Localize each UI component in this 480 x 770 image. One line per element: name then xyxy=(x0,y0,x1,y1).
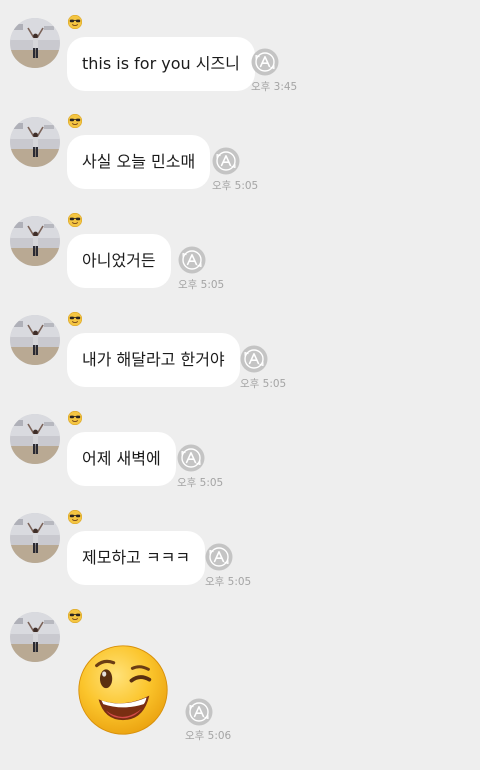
message-text: 내가 해달라고 한거야 xyxy=(82,350,225,369)
chat-area: this is for you 시즈니 오후 3:45 사실 오늘 민소매 오후… xyxy=(0,0,480,770)
message-time: 오후 3:45 xyxy=(251,81,298,93)
message-bubble[interactable]: this is for you 시즈니 xyxy=(67,37,255,91)
message-bubble[interactable]: 내가 해달라고 한거야 xyxy=(67,333,240,387)
smiling-face-with-sunglasses-icon xyxy=(68,114,82,128)
message-time: 오후 5:05 xyxy=(240,378,287,390)
auto-translate-icon[interactable] xyxy=(178,246,206,274)
avatar[interactable] xyxy=(10,18,60,68)
avatar[interactable] xyxy=(10,414,60,464)
smiling-face-with-sunglasses-icon xyxy=(68,312,82,326)
message-time: 오후 5:06 xyxy=(185,730,232,742)
avatar[interactable] xyxy=(10,315,60,365)
message-time: 오후 5:05 xyxy=(205,576,252,588)
auto-translate-icon[interactable] xyxy=(205,543,233,571)
avatar[interactable] xyxy=(10,117,60,167)
auto-translate-icon[interactable] xyxy=(185,698,213,726)
auto-translate-icon[interactable] xyxy=(251,48,279,76)
message-text: this is for you 시즈니 xyxy=(82,54,240,73)
avatar[interactable] xyxy=(10,513,60,563)
smiling-face-with-sunglasses-icon xyxy=(68,15,82,29)
auto-translate-icon[interactable] xyxy=(212,147,240,175)
message-text: 사실 오늘 민소매 xyxy=(82,152,196,171)
message-bubble[interactable]: 어제 새벽에 xyxy=(67,432,176,486)
auto-translate-icon[interactable] xyxy=(177,444,205,472)
message-text: 제모하고 ㅋㅋㅋ xyxy=(82,548,191,567)
message-text: 아니었거든 xyxy=(82,251,156,270)
message-time: 오후 5:05 xyxy=(177,477,224,489)
avatar[interactable] xyxy=(10,216,60,266)
winking-face-icon[interactable] xyxy=(76,643,170,737)
smiling-face-with-sunglasses-icon xyxy=(68,510,82,524)
smiling-face-with-sunglasses-icon xyxy=(68,609,82,623)
message-text: 어제 새벽에 xyxy=(82,449,161,468)
message-bubble[interactable]: 제모하고 ㅋㅋㅋ xyxy=(67,531,206,585)
smiling-face-with-sunglasses-icon xyxy=(68,213,82,227)
auto-translate-icon[interactable] xyxy=(240,345,268,373)
avatar[interactable] xyxy=(10,612,60,662)
message-time: 오후 5:05 xyxy=(212,180,259,192)
message-time: 오후 5:05 xyxy=(178,279,225,291)
smiling-face-with-sunglasses-icon xyxy=(68,411,82,425)
message-bubble[interactable]: 아니었거든 xyxy=(67,234,171,288)
message-bubble[interactable]: 사실 오늘 민소매 xyxy=(67,135,211,189)
